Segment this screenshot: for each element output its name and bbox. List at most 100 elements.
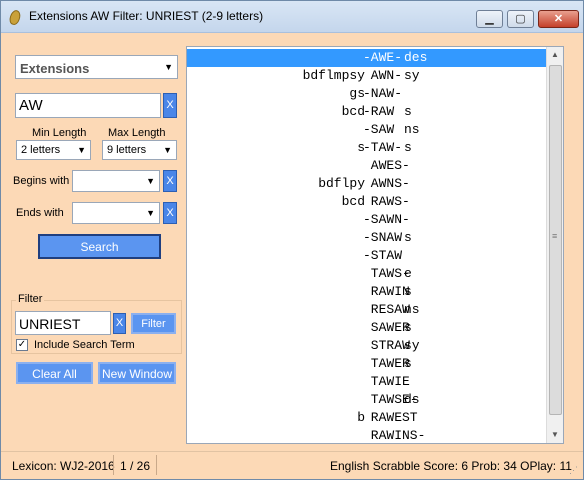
result-row[interactable]: TAWSE-ds (187, 391, 547, 409)
result-word: STRAW (363, 338, 410, 353)
result-word: RESAW (363, 302, 410, 317)
result-word: RAWS- (363, 194, 410, 209)
filter-group-label: Filter (16, 293, 45, 305)
search-button[interactable]: Search (38, 234, 161, 259)
result-row[interactable]: SAWER s (187, 319, 547, 337)
result-row[interactable]: TAWIE (187, 373, 547, 391)
result-pre-hooks: bcd (341, 104, 365, 119)
max-length-label: Max Length (108, 127, 166, 139)
result-word: SAWER (363, 320, 410, 335)
include-search-term-checkbox[interactable]: ✓ (16, 339, 28, 351)
ends-with-select[interactable]: ▼ (72, 202, 160, 224)
result-post-hooks: ns (404, 302, 420, 317)
result-row[interactable]: -STAW (187, 247, 547, 265)
max-length-select[interactable]: 9 letters ▼ (102, 140, 177, 160)
status-position: 1 / 26 (120, 459, 151, 473)
clear-begins-button[interactable]: X (163, 170, 177, 192)
result-row[interactable]: -SNAW s (187, 229, 547, 247)
begins-with-label: Begins with (13, 175, 70, 187)
search-input[interactable]: AW (15, 93, 161, 118)
result-row[interactable]: RAWINS- (187, 427, 547, 443)
result-word: TAWER (363, 356, 410, 371)
result-row[interactable]: bdflpy AWNS- (187, 175, 547, 193)
result-row[interactable]: TAWER s (187, 355, 547, 373)
close-button[interactable]: ✕ (538, 10, 579, 28)
result-word: AWNS- (363, 176, 410, 191)
scroll-thumb[interactable]: ≡ (549, 65, 562, 415)
result-row[interactable]: -SAW ns (187, 121, 547, 139)
filter-button[interactable]: Filter (131, 313, 176, 334)
min-length-label: Min Length (32, 127, 87, 139)
results-scrollbar[interactable]: ▲ ≡ ▼ (546, 47, 563, 443)
result-pre-hooks: bdflmpsy (302, 68, 365, 83)
result-row[interactable]: RAWIN s (187, 283, 547, 301)
app-window: Extensions AW Filter: UNRIEST (2-9 lette… (0, 0, 584, 480)
clear-all-button[interactable]: Clear All (16, 362, 93, 384)
search-type-select[interactable]: Extensions ▼ (15, 55, 178, 79)
status-lexicon: Lexicon: WJ2-2016 (12, 459, 115, 473)
result-word: RAWINS- (363, 428, 426, 443)
status-divider (156, 455, 157, 475)
result-post-hooks: des (404, 50, 428, 65)
result-word: -SNAW (363, 230, 403, 245)
include-search-term-label: Include Search Term (34, 339, 135, 351)
resize-grip-icon[interactable]: ⋰ (569, 465, 581, 477)
grip-icon: ≡ (552, 231, 558, 241)
status-divider (113, 455, 114, 475)
scroll-down-arrow-icon[interactable]: ▼ (547, 427, 563, 443)
result-row[interactable]: AWES- (187, 157, 547, 175)
app-logo-icon (7, 8, 23, 27)
result-row[interactable]: b RAWEST (187, 409, 547, 427)
result-post-hooks: e (404, 266, 412, 281)
clear-filter-button[interactable]: X (113, 313, 126, 334)
min-length-select[interactable]: 2 letters ▼ (16, 140, 91, 160)
result-post-hooks: s (404, 356, 412, 371)
chevron-down-icon: ▼ (146, 208, 155, 218)
result-post-hooks: sy (404, 338, 420, 353)
result-word: AWES- (363, 158, 410, 173)
filter-input[interactable]: UNRIEST (15, 311, 111, 335)
result-row[interactable]: STRAW sy (187, 337, 547, 355)
result-row[interactable]: RESAW ns (187, 301, 547, 319)
result-post-hooks: s (404, 230, 412, 245)
result-word: TAWS- (363, 266, 410, 281)
min-length-value: 2 letters (21, 144, 61, 156)
result-word: AWN- (363, 68, 403, 83)
result-row[interactable]: -SAWN- (187, 211, 547, 229)
result-row[interactable]: bcd -RAW s (187, 103, 547, 121)
result-word: -NAW- (363, 86, 403, 101)
clear-search-button[interactable]: X (163, 93, 177, 118)
title-bar[interactable]: Extensions AW Filter: UNRIEST (2-9 lette… (1, 1, 583, 33)
result-word: -SAW (363, 122, 395, 137)
begins-with-select[interactable]: ▼ (72, 170, 160, 192)
result-row[interactable]: bcd RAWS- (187, 193, 547, 211)
result-post-hooks: s (404, 284, 412, 299)
result-word: RAWEST (363, 410, 418, 425)
new-window-button[interactable]: New Window (98, 362, 176, 384)
result-post-hooks: sy (404, 68, 420, 83)
result-word: TAWIE (363, 374, 410, 389)
clear-ends-button[interactable]: X (163, 202, 177, 224)
chevron-down-icon: ▼ (164, 62, 173, 72)
minimize-button[interactable]: ▁ (476, 10, 503, 28)
maximize-button[interactable]: ▢ (507, 10, 534, 28)
result-post-hooks: s (404, 320, 412, 335)
result-pre-hooks: bdflpy (318, 176, 365, 191)
result-word: -STAW (363, 248, 403, 263)
scroll-up-arrow-icon[interactable]: ▲ (547, 47, 563, 63)
result-row[interactable]: gs -NAW- (187, 85, 547, 103)
result-post-hooks: ns (404, 122, 420, 137)
result-row[interactable]: s -TAW-s (187, 139, 547, 157)
result-row[interactable]: bdflmpsy AWN-sy (187, 67, 547, 85)
search-type-value: Extensions (20, 61, 90, 76)
chevron-down-icon: ▼ (163, 145, 172, 155)
results-list[interactable]: -AWE-des bdflmpsy AWN-sy gs -NAW-bcd -RAW s -S… (186, 46, 564, 444)
result-row[interactable]: TAWS-e (187, 265, 547, 283)
result-word: -SAWN- (363, 212, 410, 227)
result-row[interactable]: -AWE-des (187, 49, 547, 67)
result-pre-hooks: bcd (341, 194, 365, 209)
result-post-hooks: s (404, 104, 412, 119)
result-post-hooks: s (404, 140, 412, 155)
ends-with-label: Ends with (16, 207, 64, 219)
result-word: -AWE- (363, 50, 403, 65)
